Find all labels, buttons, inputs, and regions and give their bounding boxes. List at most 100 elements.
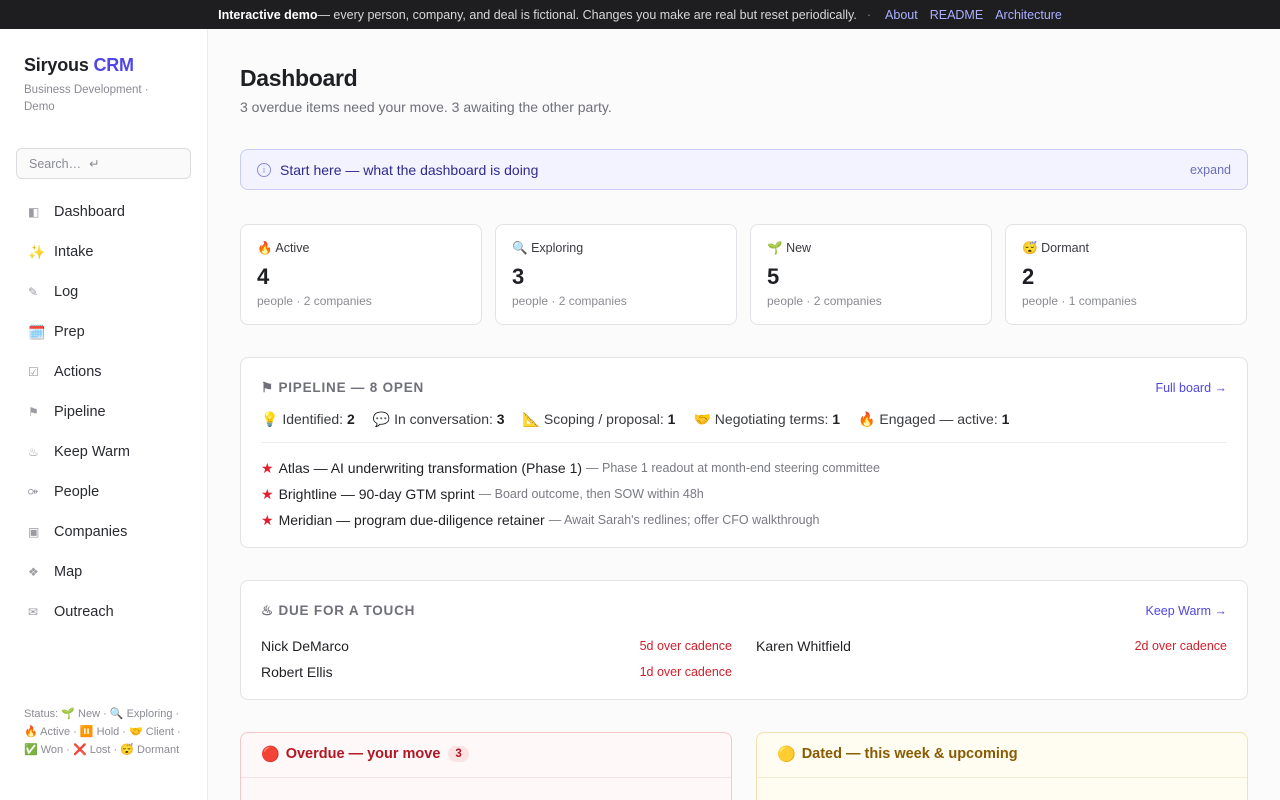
- sidebar-item-pipeline[interactable]: ⚑ Pipeline: [16, 392, 192, 432]
- triangle-ruler-icon: 📐: [522, 411, 541, 427]
- overdue-heading: 🔴 Overdue — your move 3: [261, 745, 469, 763]
- card-count: 3: [512, 264, 525, 289]
- sidebar-item-label: Outreach: [54, 604, 114, 620]
- sidebar-item-keep-warm[interactable]: ♨ Keep Warm: [16, 432, 192, 472]
- card-label: Active: [275, 241, 310, 255]
- pencil-icon: ✎: [28, 285, 39, 299]
- sidebar-item-label: Intake: [54, 244, 94, 260]
- person-name: Nick DeMarco: [261, 638, 349, 654]
- deal-list: ★ Atlas — AI underwriting transformation …: [261, 455, 880, 533]
- sidebar-item-actions[interactable]: ☑ Actions: [16, 352, 192, 392]
- magnifier-icon: 🔍: [512, 241, 528, 255]
- keep-warm-link[interactable]: Keep Warm →: [1145, 604, 1227, 618]
- card-subtext: people · 2 companies: [512, 294, 627, 308]
- brand-logo[interactable]: Siryous CRM: [24, 55, 134, 76]
- sidebar-nav: ◧ Dashboard ✨ Intake ✎ Log 🗓️ Prep ☑ Actions …: [16, 192, 192, 632]
- people-icon: ⚩: [28, 485, 39, 499]
- flag-icon: ⚑: [28, 405, 39, 419]
- card-subtext: people · 1 companies: [1022, 294, 1137, 308]
- expand-button[interactable]: expand: [1190, 163, 1231, 177]
- status-legend: Status: 🌱 New · 🔍 Exploring · 🔥 Active ·…: [24, 708, 181, 756]
- stage-in-conversation[interactable]: 💬 In conversation: 3: [373, 411, 505, 428]
- sidebar-item-label: Keep Warm: [54, 444, 131, 460]
- touch-row[interactable]: Nick DeMarco 5d over cadence: [261, 633, 732, 659]
- divider: [757, 777, 1247, 778]
- deal-note: — Await Sarah's redlines; offer CFO walk…: [548, 513, 820, 527]
- sidebar-item-prep[interactable]: 🗓️ Prep: [16, 312, 192, 352]
- deal-row[interactable]: ★ Atlas — AI underwriting transformation …: [261, 455, 880, 481]
- card-label: Dormant: [1041, 241, 1089, 255]
- start-here-callout[interactable]: i Start here — what the dashboard is doi…: [240, 149, 1248, 190]
- brand-name: Siryous: [24, 55, 89, 75]
- deal-name: Meridian — program due-diligence retaine…: [278, 512, 545, 528]
- card-subtext: people · 2 companies: [767, 294, 882, 308]
- sidebar-item-log[interactable]: ✎ Log: [16, 272, 192, 312]
- page-subtitle: 3 overdue items need your move. 3 awaiti…: [240, 99, 612, 115]
- sidebar-item-map[interactable]: ❖ Map: [16, 552, 192, 592]
- card-count: 4: [257, 264, 270, 289]
- status-card-exploring[interactable]: 🔍 Exploring 3 people · 2 companies: [495, 224, 737, 325]
- deal-note: — Phase 1 readout at month-end steering …: [586, 461, 880, 475]
- sidebar-item-dashboard[interactable]: ◧ Dashboard: [16, 192, 192, 232]
- deal-name: Atlas — AI underwriting transformation (…: [278, 460, 583, 476]
- yellow-circle-icon: 🟡: [777, 746, 796, 763]
- deal-name: Brightline — 90-day GTM sprint: [278, 486, 475, 502]
- search-input[interactable]: Search… ↵: [16, 148, 191, 179]
- lightbulb-icon: 💡: [261, 411, 279, 427]
- fire-icon: 🔥: [858, 411, 876, 427]
- sleeping-face-icon: 😴: [1022, 241, 1038, 255]
- sidebar-item-label: Pipeline: [54, 404, 106, 420]
- building-icon: ▣: [28, 525, 40, 539]
- fire-icon: 🔥: [257, 241, 273, 255]
- sidebar-item-outreach[interactable]: ✉ Outreach: [16, 592, 192, 632]
- seedling-icon: 🌱: [767, 241, 783, 255]
- about-link[interactable]: About: [885, 8, 918, 22]
- pipeline-panel: ⚑ PIPELINE — 8 OPEN Full board → 💡 Ident…: [240, 357, 1248, 548]
- person-name: Karen Whitfield: [756, 638, 851, 654]
- demo-banner-title: Interactive demo: [218, 7, 318, 22]
- person-name: Robert Ellis: [261, 664, 333, 680]
- star-icon: ★: [261, 511, 274, 528]
- divider: [241, 777, 731, 778]
- overdue-cadence: 1d over cadence: [639, 665, 732, 679]
- divider: [261, 442, 1227, 443]
- architecture-link[interactable]: Architecture: [995, 8, 1062, 22]
- stage-identified[interactable]: 💡 Identified: 2: [261, 411, 355, 428]
- callout-text: Start here — what the dashboard is doing: [280, 161, 539, 178]
- sidebar-item-label: Dashboard: [54, 204, 125, 220]
- status-card-new[interactable]: 🌱 New 5 people · 2 companies: [750, 224, 992, 325]
- stage-scoping[interactable]: 📐 Scoping / proposal: 1: [523, 411, 676, 428]
- touch-row[interactable]: Robert Ellis 1d over cadence: [261, 659, 732, 685]
- full-board-link[interactable]: Full board →: [1155, 381, 1227, 395]
- hot-springs-icon: ♨: [28, 445, 39, 459]
- status-card-active[interactable]: 🔥 Active 4 people · 2 companies: [240, 224, 482, 325]
- readme-link[interactable]: README: [930, 8, 983, 22]
- touch-row[interactable]: Karen Whitfield 2d over cadence: [756, 633, 1227, 659]
- deal-row[interactable]: ★ Meridian — program due-diligence retain…: [261, 507, 880, 533]
- calendar-icon: 🗓️: [28, 323, 46, 340]
- status-card-dormant[interactable]: 😴 Dormant 2 people · 1 companies: [1005, 224, 1247, 325]
- overdue-panel: 🔴 Overdue — your move 3: [240, 732, 732, 800]
- deal-note: — Board outcome, then SOW within 48h: [478, 487, 704, 501]
- card-label: New: [786, 241, 812, 255]
- sidebar-item-companies[interactable]: ▣ Companies: [16, 512, 192, 552]
- deal-row[interactable]: ★ Brightline — 90-day GTM sprint — Board o…: [261, 481, 880, 507]
- demo-banner: Interactive demo — every person, company…: [0, 0, 1280, 29]
- sidebar-item-intake[interactable]: ✨ Intake: [16, 232, 192, 272]
- stage-negotiating[interactable]: 🤝 Negotiating terms: 1: [693, 411, 840, 428]
- stage-engaged[interactable]: 🔥 Engaged — active: 1: [858, 411, 1009, 428]
- sidebar-item-label: People: [54, 484, 100, 500]
- sidebar-item-label: Log: [54, 284, 79, 300]
- dated-title: Dated — this week & upcoming: [801, 746, 1018, 762]
- overdue-count-badge: 3: [448, 746, 469, 762]
- brand-subtitle: Business Development · Demo: [24, 84, 149, 113]
- card-count: 5: [767, 264, 780, 289]
- red-circle-icon: 🔴: [261, 746, 280, 763]
- page-title: Dashboard: [240, 65, 358, 91]
- demo-banner-text: — every person, company, and deal is fic…: [317, 7, 857, 22]
- card-subtext: people · 2 companies: [257, 294, 372, 308]
- sidebar-item-label: Map: [54, 564, 83, 580]
- sidebar-item-people[interactable]: ⚩ People: [16, 472, 192, 512]
- sidebar-item-label: Prep: [54, 324, 85, 340]
- enter-key-icon: ↵: [89, 157, 100, 171]
